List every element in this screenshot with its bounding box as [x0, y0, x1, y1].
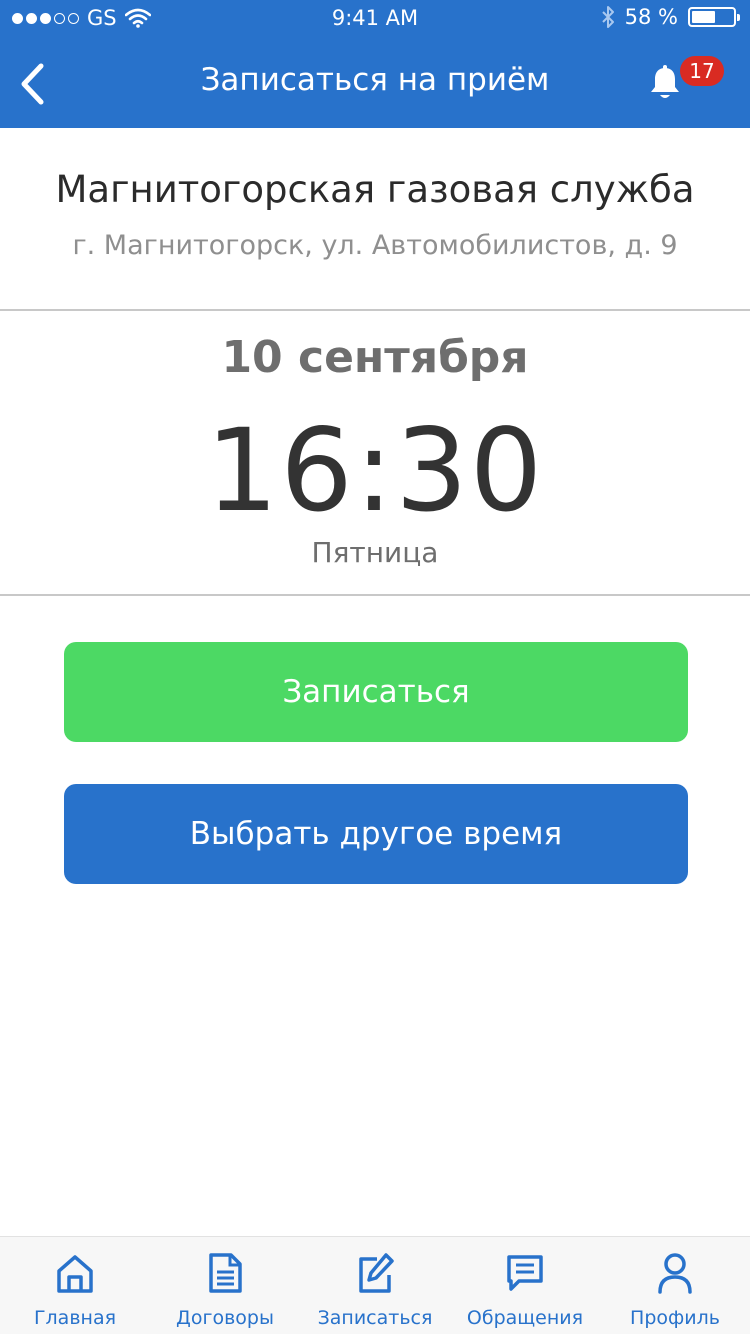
- appointment-datetime: 10 сентября 16:30 Пятница: [0, 312, 750, 596]
- battery-icon: [688, 7, 740, 27]
- home-icon: [57, 1255, 93, 1293]
- battery-percent: 58 %: [624, 5, 678, 29]
- choose-other-time-button[interactable]: Выбрать другое время: [64, 784, 688, 884]
- tab-book[interactable]: Записаться: [300, 1237, 450, 1334]
- confirm-appointment-button[interactable]: Записаться: [64, 642, 688, 742]
- tab-profile[interactable]: Профиль: [600, 1237, 750, 1334]
- notification-badge: 17: [680, 56, 724, 86]
- appointment-weekday: Пятница: [311, 536, 439, 569]
- tab-label: Обращения: [466, 1307, 584, 1329]
- bell-icon: [651, 65, 679, 98]
- organization-section: Магнитогорская газовая служба г. Магнито…: [0, 128, 750, 311]
- app-header: GS 9:41 AM 58 % Записаться на приём 17: [0, 0, 750, 128]
- tab-label: Договоры: [176, 1307, 274, 1329]
- tab-requests[interactable]: Обращения: [450, 1237, 600, 1334]
- tab-label: Профиль: [630, 1307, 720, 1329]
- bluetooth-icon: [601, 6, 614, 28]
- organization-address: г. Магнитогорск, ул. Автомобилистов, д. …: [72, 230, 678, 261]
- tab-label: Записаться: [317, 1307, 433, 1329]
- tab-bar: Главная Договоры Записаться Обращения Пр…: [0, 1236, 750, 1334]
- user-icon: [658, 1253, 692, 1294]
- document-icon: [209, 1253, 242, 1293]
- notifications-button[interactable]: [648, 64, 682, 102]
- status-right: 58 %: [601, 5, 740, 29]
- appointment-time: 16:30: [205, 404, 545, 537]
- message-icon: [507, 1255, 543, 1291]
- organization-name: Магнитогорская газовая служба: [55, 168, 695, 211]
- status-bar: GS 9:41 AM 58 %: [0, 0, 750, 36]
- tab-contracts[interactable]: Договоры: [150, 1237, 300, 1334]
- appointment-date: 10 сентября: [221, 332, 529, 383]
- tab-label: Главная: [33, 1307, 117, 1329]
- tab-home[interactable]: Главная: [0, 1237, 150, 1334]
- battery-level: [692, 11, 716, 23]
- edit-icon: [359, 1253, 394, 1293]
- page-title: Записаться на приём: [200, 62, 550, 98]
